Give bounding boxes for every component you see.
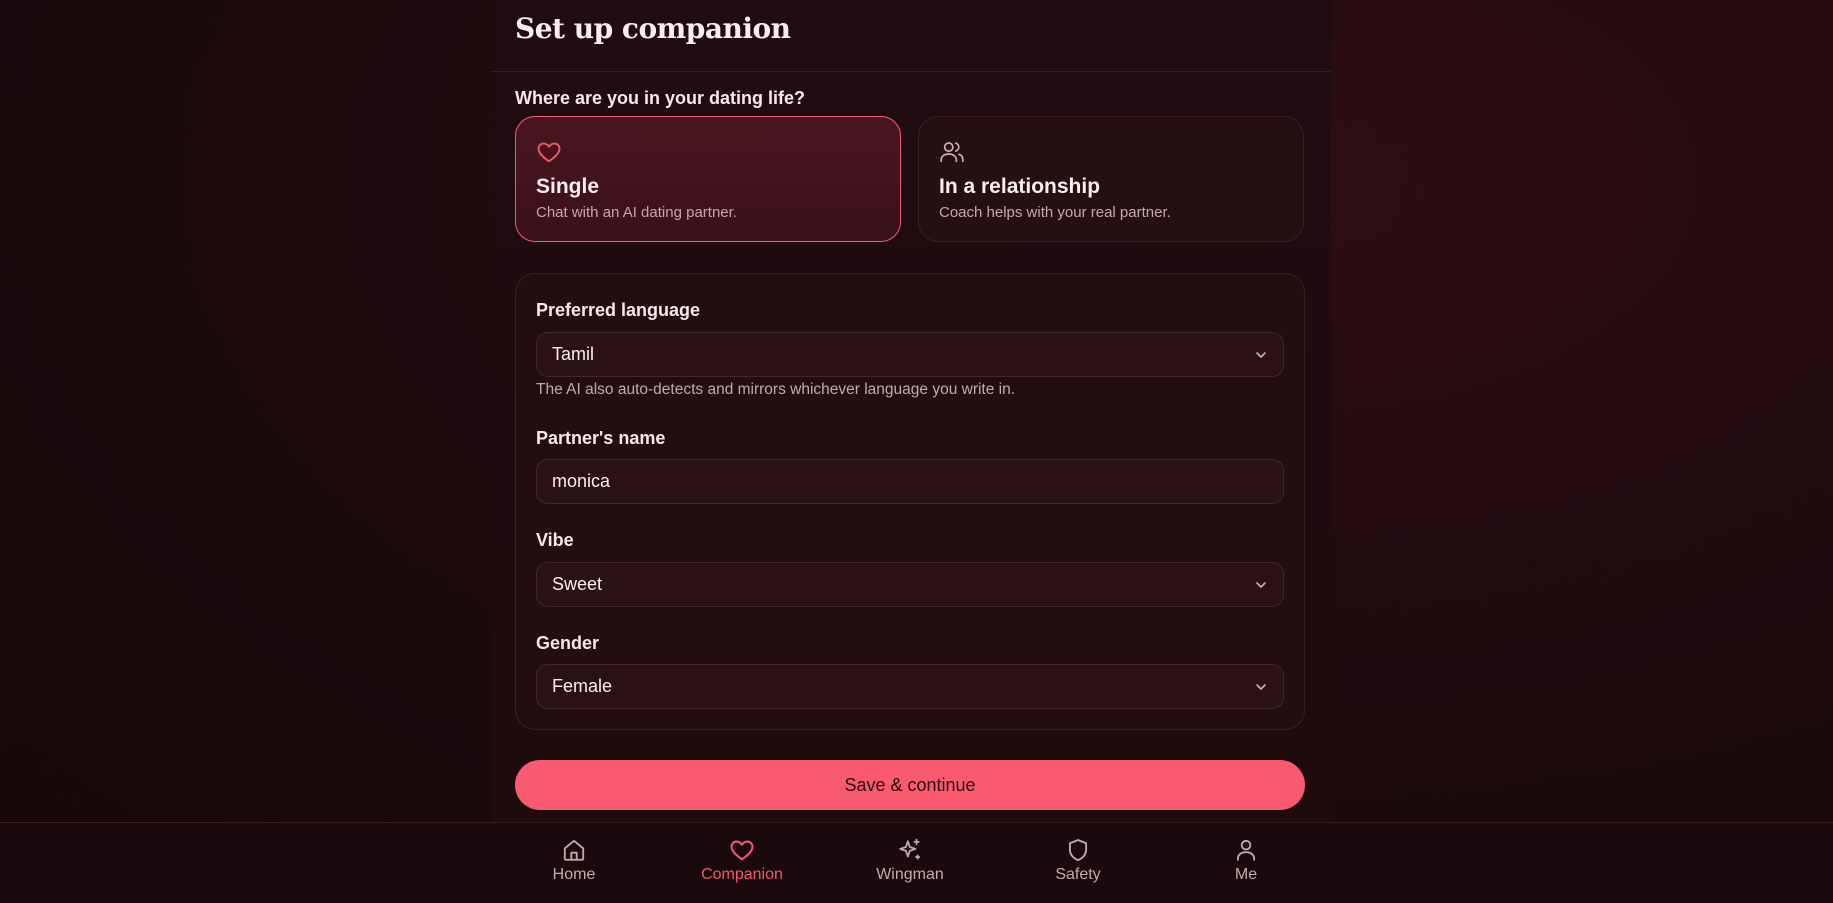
bottom-nav: Home Companion Wingman Safety Me [0,822,1833,903]
main-column: Set up companion Where are you in your d… [491,0,1331,822]
language-hint: The AI also auto-detects and mirrors whi… [536,381,1016,398]
partner-name-label: Partner's name [536,428,666,448]
language-value: Tamil [552,344,595,364]
language-label: Preferred language [536,300,701,320]
chevron-down-icon [1256,582,1266,588]
nav-item-safety[interactable]: Safety [1018,837,1138,884]
nav-item-label: Wingman [876,866,944,883]
gender-label: Gender [536,633,600,653]
chevron-down-icon [1256,352,1266,358]
nav-item-companion[interactable]: Companion [682,837,802,884]
user-icon [1236,839,1256,861]
vibe-select[interactable]: Sweet [536,562,1284,607]
vibe-value: Sweet [552,574,603,594]
shield-icon [1068,839,1088,861]
choice-single[interactable]: Single Chat with an AI dating partner. [515,116,901,242]
gender-value: Female [552,676,613,696]
language-select[interactable]: Tamil [536,332,1284,377]
home-icon [563,839,585,861]
nav-item-label: Home [552,866,596,883]
companion-settings-card: Preferred language Tamil The AI also aut… [515,273,1305,730]
partner-name-value: monica [552,471,611,491]
chevron-down-icon [1256,684,1266,690]
gender-select[interactable]: Female [536,664,1284,709]
save-continue-button[interactable]: Save & continue [515,760,1305,810]
header: Set up companion [491,0,1331,72]
heart-icon [537,142,561,163]
vibe-label: Vibe [536,530,574,550]
heart-icon [730,840,754,861]
nav-item-home[interactable]: Home [514,837,634,884]
choice-subtitle: Chat with an AI dating partner. [536,204,737,221]
users-icon [940,142,964,163]
nav-item-wingman[interactable]: Wingman [850,837,970,884]
choice-subtitle: Coach helps with your real partner. [939,204,1171,221]
nav-item-label: Companion [701,866,783,883]
choice-title: Single [536,175,600,198]
sparkles-icon [899,838,921,860]
partner-name-input[interactable]: monica [536,459,1284,504]
choice-in-relationship[interactable]: In a relationship Coach helps with your … [918,116,1304,242]
dating-status-question: Where are you in your dating life? [515,88,806,108]
nav-item-label: Safety [1055,866,1101,883]
choice-title: In a relationship [939,175,1101,198]
page-title: Set up companion [515,12,791,45]
nav-item-me[interactable]: Me [1186,837,1306,884]
nav-item-label: Me [1234,866,1258,883]
